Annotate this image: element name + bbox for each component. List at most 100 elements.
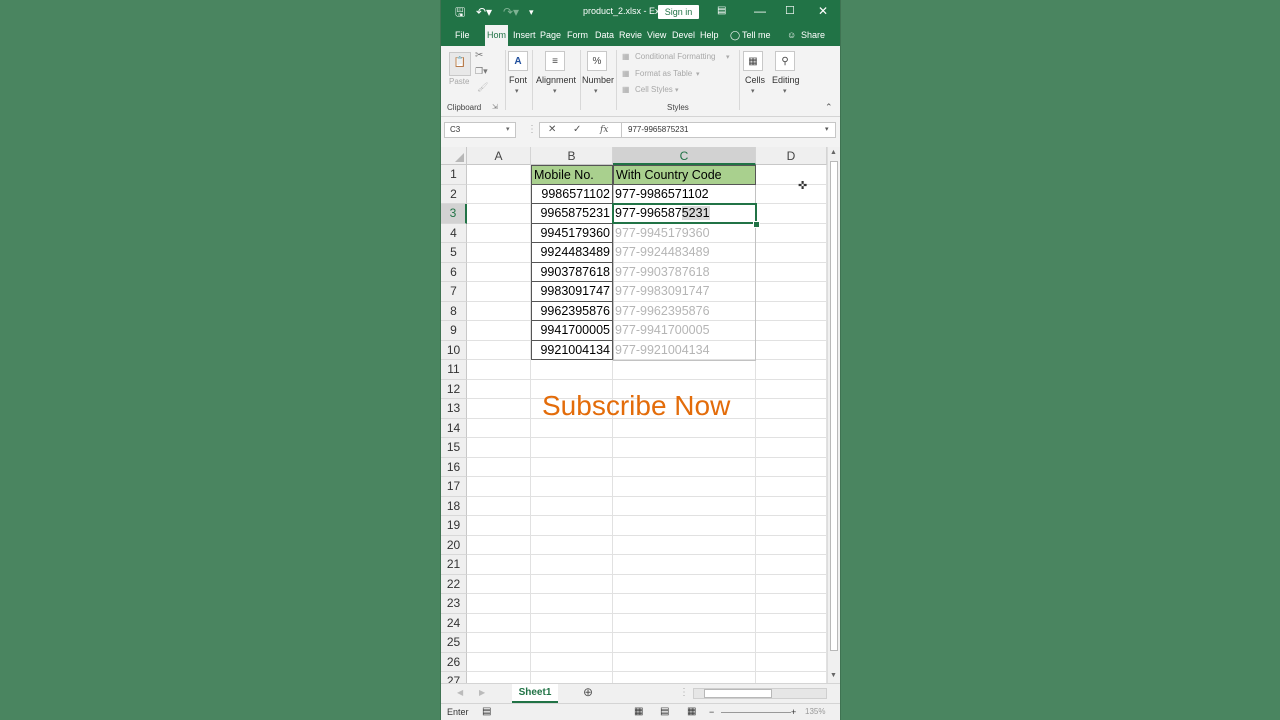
paste-button[interactable]: Paste	[449, 77, 469, 86]
horizontal-scrollbar[interactable]	[693, 688, 827, 699]
cell-b4[interactable]: 9945179360	[531, 223, 613, 243]
insert-function-button[interactable]: fx	[600, 122, 608, 138]
cell-b7[interactable]: 9983091747	[531, 282, 613, 302]
cell-c8-preview[interactable]: 977-9962395876	[613, 302, 756, 322]
row-header-23[interactable]: 23	[441, 594, 467, 614]
tab-insert[interactable]: Insert	[513, 30, 536, 41]
fill-handle[interactable]	[753, 221, 760, 228]
row-header-15[interactable]: 15	[441, 438, 467, 458]
column-header-b[interactable]: B	[531, 147, 613, 165]
row-header-8[interactable]: 8	[441, 301, 467, 321]
column-header-c[interactable]: C	[613, 147, 756, 165]
cell-b5[interactable]: 9924483489	[531, 243, 613, 263]
scroll-up-icon[interactable]: ▲	[830, 149, 837, 156]
close-button[interactable]: ✕	[818, 3, 828, 19]
row-header-11[interactable]: 11	[441, 360, 467, 380]
cell-c6-preview[interactable]: 977-9903787618	[613, 263, 756, 283]
undo-icon[interactable]: ↶▾	[476, 4, 492, 20]
tab-page-layout[interactable]: Page	[540, 30, 561, 41]
column-header-a[interactable]: A	[467, 147, 531, 165]
scroll-down-icon[interactable]: ▼	[830, 672, 837, 679]
row-header-26[interactable]: 26	[441, 652, 467, 672]
cell-b2[interactable]: 9986571102	[531, 184, 613, 204]
column-header-d[interactable]: D	[756, 147, 827, 165]
row-header-12[interactable]: 12	[441, 379, 467, 399]
zoom-level[interactable]: 135%	[805, 706, 825, 718]
font-button[interactable]: Font	[509, 75, 527, 85]
editing-button[interactable]: Editing	[772, 75, 800, 85]
macro-record-icon[interactable]: ▤	[482, 706, 491, 718]
cell-c1[interactable]: With Country Code	[613, 165, 756, 185]
tab-help[interactable]: Help	[700, 30, 719, 41]
row-header-24[interactable]: 24	[441, 613, 467, 633]
cell-c9-preview[interactable]: 977-9941700005	[613, 321, 756, 341]
tab-file[interactable]: File	[455, 30, 470, 41]
select-all-button[interactable]	[441, 147, 467, 165]
format-painter-icon[interactable]: 🖌	[477, 82, 488, 93]
cell-b8[interactable]: 9962395876	[531, 301, 613, 321]
save-icon[interactable]: 🖫	[455, 4, 465, 20]
row-header-1[interactable]: 1	[441, 165, 467, 185]
cell-c7-preview[interactable]: 977-9983091747	[613, 282, 756, 302]
row-header-16[interactable]: 16	[441, 457, 467, 477]
row-header-25[interactable]: 25	[441, 633, 467, 653]
cancel-icon[interactable]: ✕	[548, 122, 556, 138]
formula-input[interactable]: 977-9965875231	[621, 122, 836, 138]
tell-me-search[interactable]: Tell me	[742, 30, 771, 41]
zoom-slider[interactable]	[721, 712, 791, 713]
spreadsheet-grid[interactable]: A B C D 1 2 3 4 5 6 7 8 9 10 11 12 13 14 15 16 17 18 19 20 2…	[441, 147, 827, 683]
add-sheet-icon[interactable]: ⊕	[583, 686, 593, 698]
row-header-7[interactable]: 7	[441, 282, 467, 302]
row-header-19[interactable]: 19	[441, 516, 467, 536]
cell-c5-preview[interactable]: 977-9924483489	[613, 243, 756, 263]
cell-c10-preview[interactable]: 977-9921004134	[613, 341, 756, 361]
cell-styles-button[interactable]: Cell Styles	[635, 85, 673, 94]
row-header-14[interactable]: 14	[441, 418, 467, 438]
share-button[interactable]: Share	[801, 30, 825, 41]
cell-b6[interactable]: 9903787618	[531, 262, 613, 282]
row-header-6[interactable]: 6	[441, 262, 467, 282]
horizontal-scroll-thumb[interactable]	[704, 689, 772, 698]
minimize-button[interactable]: —	[754, 3, 766, 19]
row-header-10[interactable]: 10	[441, 340, 467, 360]
cell-b3[interactable]: 9965875231	[531, 204, 613, 224]
tab-data[interactable]: Data	[595, 30, 614, 41]
page-layout-view-icon[interactable]: ▤	[660, 706, 669, 718]
row-header-20[interactable]: 20	[441, 535, 467, 555]
cells-icon[interactable]: ▦	[743, 51, 763, 71]
cut-icon[interactable]: ✂	[475, 50, 483, 61]
row-header-5[interactable]: 5	[441, 243, 467, 263]
row-header-17[interactable]: 17	[441, 477, 467, 497]
copy-icon[interactable]: ❐▾	[475, 66, 488, 77]
chevron-down-icon[interactable]: ▾	[825, 122, 829, 138]
alignment-icon[interactable]: ≡	[545, 51, 565, 71]
tab-review[interactable]: Revie	[619, 30, 642, 41]
clipboard-launcher-icon[interactable]: ⇲	[492, 103, 498, 111]
zoom-out-icon[interactable]: −	[709, 706, 714, 718]
search-icon[interactable]: ⚲	[775, 51, 795, 71]
row-header-4[interactable]: 4	[441, 223, 467, 243]
tab-view[interactable]: View	[647, 30, 666, 41]
sign-in-button[interactable]: Sign in	[658, 5, 699, 19]
row-header-3[interactable]: 3	[441, 204, 467, 224]
sheet-tab-sheet1[interactable]: Sheet1	[512, 684, 558, 703]
next-sheet-icon[interactable]: ▶	[479, 687, 485, 699]
row-header-21[interactable]: 21	[441, 555, 467, 575]
cell-c2[interactable]: 977-9986571102	[613, 185, 756, 205]
vertical-scroll-thumb[interactable]	[830, 161, 838, 651]
row-header-27[interactable]: 27	[441, 672, 467, 683]
row-header-18[interactable]: 18	[441, 496, 467, 516]
font-icon[interactable]: A	[508, 51, 528, 71]
paste-icon[interactable]: 📋	[449, 52, 471, 76]
prev-sheet-icon[interactable]: ◀	[457, 687, 463, 699]
maximize-button[interactable]: ☐	[785, 3, 795, 19]
conditional-formatting-button[interactable]: Conditional Formatting	[635, 52, 715, 61]
cell-b9[interactable]: 9941700005	[531, 321, 613, 341]
tab-formulas[interactable]: Form	[567, 30, 588, 41]
tab-home[interactable]: Hom	[485, 25, 509, 46]
cell-b1[interactable]: Mobile No.	[531, 165, 613, 185]
row-header-22[interactable]: 22	[441, 574, 467, 594]
vertical-scrollbar[interactable]: ▲ ▼	[827, 147, 840, 683]
normal-view-icon[interactable]: ▦	[634, 706, 643, 718]
cells-button[interactable]: Cells	[745, 75, 765, 85]
